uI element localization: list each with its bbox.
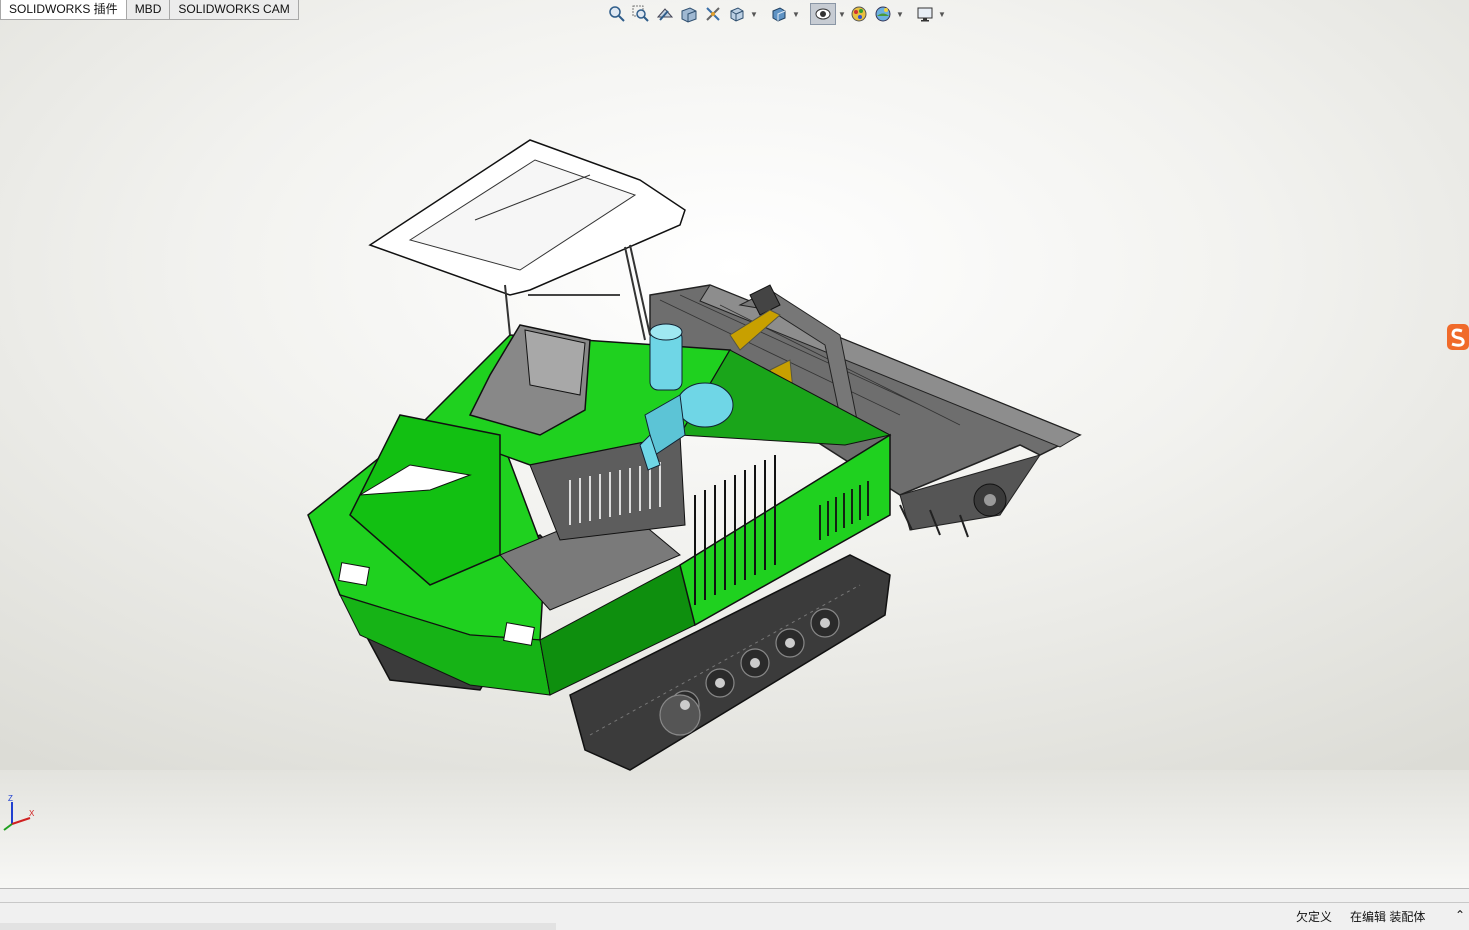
command-manager-tabs: SOLIDWORKS 插件 MBD SOLIDWORKS CAM [0,0,299,20]
status-divider [0,888,1469,903]
tab-mbd[interactable]: MBD [125,0,171,20]
apply-scene-dropdown-icon[interactable]: ▼ [896,4,904,25]
graphics-area[interactable]: SOLIDWORKS 插件 MBD SOLIDWORKS CAM ▼ ▼ ▼ ▼… [0,0,1469,888]
view-orientation-icon[interactable] [726,4,748,25]
view-settings-dropdown-icon[interactable]: ▼ [938,4,946,25]
status-expand-icon[interactable]: ⌃ [1455,908,1465,922]
tab-solidworks-cam[interactable]: SOLIDWORKS CAM [169,0,299,20]
section-view-icon[interactable] [678,4,700,25]
display-style-icon[interactable] [768,4,790,25]
status-editing-mode: 在编辑 装配体 [1350,910,1426,924]
tractor-assembly-model[interactable] [300,135,1090,780]
svg-text:X: X [29,809,35,818]
view-settings-icon[interactable] [914,4,936,25]
view-orientation-dropdown-icon[interactable]: ▼ [750,4,758,25]
apply-scene-icon[interactable] [872,4,894,25]
zoom-to-fit-icon[interactable] [606,4,628,25]
coordinate-triad-icon: Z X [3,794,35,831]
dynamic-annotation-icon[interactable] [702,4,724,25]
previous-view-icon[interactable] [654,4,676,25]
status-bar: 欠定义 在编辑 装配体 ⌃ [0,902,1469,930]
zoom-to-area-icon[interactable] [630,4,652,25]
heads-up-view-toolbar: ▼ ▼ ▼ ▼ ▼ [606,3,946,25]
status-definition: 欠定义 [1296,910,1333,924]
tab-solidworks-addins[interactable]: SOLIDWORKS 插件 [0,0,127,20]
hide-show-dropdown-icon[interactable]: ▼ [838,4,846,25]
input-method-logo-icon[interactable] [1445,322,1469,352]
hide-show-items-icon[interactable] [810,3,836,25]
svg-text:Z: Z [8,794,13,803]
edit-appearance-icon[interactable] [848,4,870,25]
display-style-dropdown-icon[interactable]: ▼ [792,4,800,25]
canopy-roof[interactable] [368,139,686,341]
